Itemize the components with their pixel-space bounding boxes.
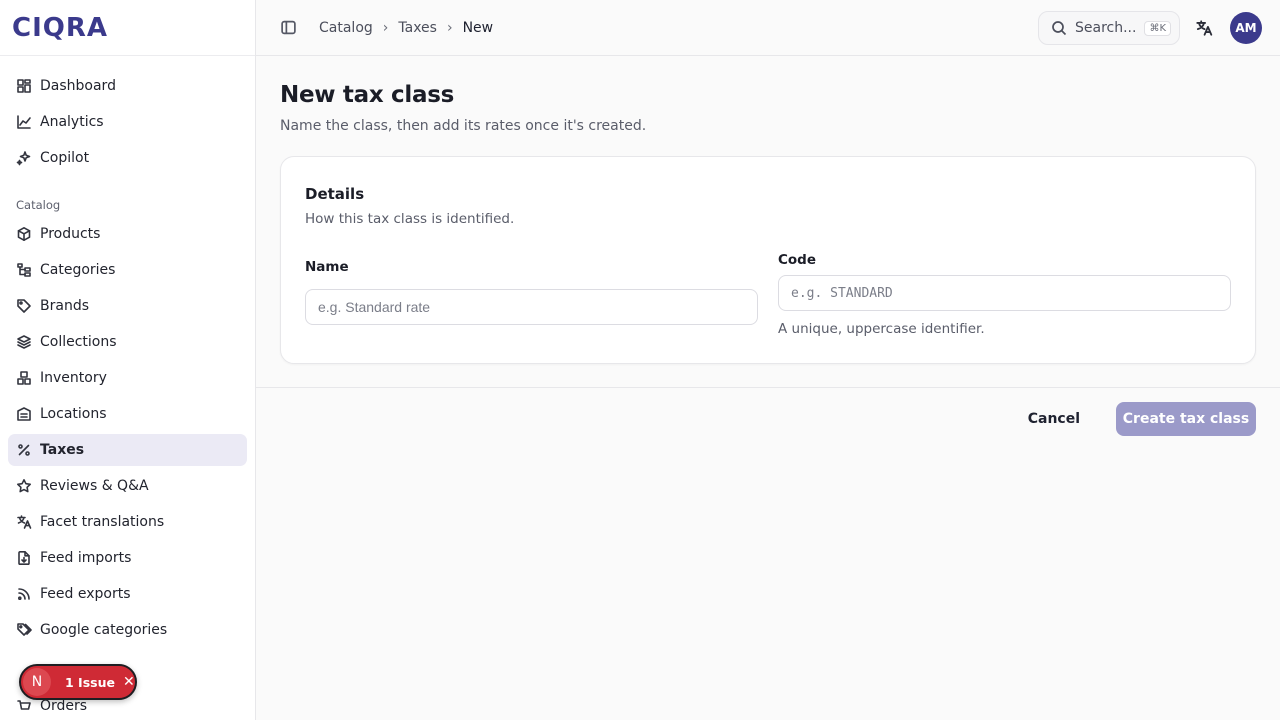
card-title: Details (305, 185, 365, 203)
translate-icon (16, 514, 32, 530)
sidebar-item-label: Dashboard (40, 78, 116, 94)
chevron-right-icon: › (446, 19, 453, 36)
sidebar-item-label: Feed imports (40, 550, 132, 566)
sidebar-item-label: Locations (40, 406, 107, 422)
file-import-icon (16, 550, 32, 566)
sidebar-item-label: Copilot (40, 150, 90, 166)
form-divider (256, 387, 1280, 388)
sidebar-nav: Dashboard Analytics Copilot Catalog Prod… (0, 56, 255, 720)
sidebar-item-label: Categories (40, 262, 116, 278)
search-label: Search... (1075, 20, 1137, 36)
sidebar-item-label: Brands (40, 298, 89, 314)
sidebar-item-copilot[interactable]: Copilot (8, 142, 247, 174)
sidebar-item-categories[interactable]: Categories (8, 254, 247, 286)
search-shortcut: ⌘K (1144, 20, 1172, 36)
star-icon (16, 478, 32, 494)
box-icon (16, 226, 32, 242)
percent-icon (16, 442, 32, 458)
sidebar-item-label: Facet translations (40, 514, 165, 530)
language-icon[interactable] (1194, 18, 1214, 38)
rss-icon (16, 586, 32, 602)
sidebar-item-label: Orders (40, 698, 88, 714)
code-hint: A unique, uppercase identifier. (778, 321, 985, 337)
sidebar-item-google-categories[interactable]: Google categories (8, 614, 247, 646)
tree-icon (16, 262, 32, 278)
name-label: Name (305, 259, 349, 275)
breadcrumb-current: New (462, 19, 494, 36)
issue-count: 1 Issue (65, 674, 115, 690)
sidebar-item-label: Inventory (40, 370, 107, 386)
name-input[interactable] (305, 289, 758, 325)
sidebar-item-label: Reviews & Q&A (40, 478, 149, 494)
create-tax-class-button[interactable]: Create tax class (1116, 402, 1256, 436)
sidebar-item-brands[interactable]: Brands (8, 290, 247, 322)
sidebar-item-label: Feed exports (40, 586, 131, 602)
breadcrumb-catalog[interactable]: Catalog (319, 20, 373, 36)
orders-icon (16, 698, 32, 714)
code-label: Code (778, 252, 817, 268)
building-icon (16, 406, 32, 422)
details-card: Details How this tax class is identified… (280, 156, 1256, 364)
analytics-icon (16, 114, 32, 130)
card-subtitle: How this tax class is identified. (305, 211, 515, 227)
close-icon[interactable]: ✕ (123, 674, 135, 690)
sidebar-item-label: Collections (40, 334, 117, 350)
sidebar-toggle-icon[interactable] (277, 17, 299, 39)
tag-icon (16, 298, 32, 314)
page-title: New tax class (280, 82, 454, 108)
issues-badge[interactable]: N 1 Issue ✕ (19, 664, 137, 700)
sidebar-item-collections[interactable]: Collections (8, 326, 247, 358)
search-button[interactable]: Search... ⌘K (1038, 11, 1180, 45)
issue-logo-icon: N (23, 668, 51, 696)
sidebar-item-analytics[interactable]: Analytics (8, 106, 247, 138)
sidebar-item-label: Products (40, 226, 101, 242)
sidebar-item-locations[interactable]: Locations (8, 398, 247, 430)
code-input[interactable] (778, 275, 1231, 311)
topbar: Catalog › Taxes › New Search... ⌘K AM (256, 0, 1280, 56)
sidebar-item-dashboard[interactable]: Dashboard (8, 70, 247, 102)
sidebar-item-reviews[interactable]: Reviews & Q&A (8, 470, 247, 502)
logo[interactable]: CIQRA (0, 0, 255, 56)
avatar[interactable]: AM (1230, 12, 1262, 44)
logo-text: CIQRA (12, 12, 108, 43)
sidebar-item-facet-translations[interactable]: Facet translations (8, 506, 247, 538)
breadcrumb: Catalog › Taxes › New (319, 20, 493, 36)
cancel-button[interactable]: Cancel (1016, 402, 1092, 436)
breadcrumb-taxes[interactable]: Taxes (398, 20, 437, 36)
dashboard-icon (16, 78, 32, 94)
sidebar-item-feed-exports[interactable]: Feed exports (8, 578, 247, 610)
sidebar-item-label: Taxes (40, 442, 85, 458)
sidebar-item-label: Analytics (40, 114, 104, 130)
sidebar-section-catalog: Catalog (16, 198, 61, 212)
search-icon (1052, 21, 1067, 36)
sidebar-item-products[interactable]: Products (8, 218, 247, 250)
page-subtitle: Name the class, then add its rates once … (280, 118, 647, 134)
sidebar-item-label: Google categories (40, 622, 168, 638)
chevron-right-icon: › (382, 19, 389, 36)
tags-icon (16, 622, 32, 638)
sidebar-item-taxes[interactable]: Taxes (8, 434, 247, 466)
sidebar-item-feed-imports[interactable]: Feed imports (8, 542, 247, 574)
main-content: New tax class Name the class, then add i… (256, 56, 1280, 720)
boxes-icon (16, 370, 32, 386)
sidebar-item-inventory[interactable]: Inventory (8, 362, 247, 394)
sparkles-icon (16, 150, 32, 166)
sidebar: CIQRA Dashboard Analytics Copilot Catalo… (0, 0, 256, 720)
layers-icon (16, 334, 32, 350)
